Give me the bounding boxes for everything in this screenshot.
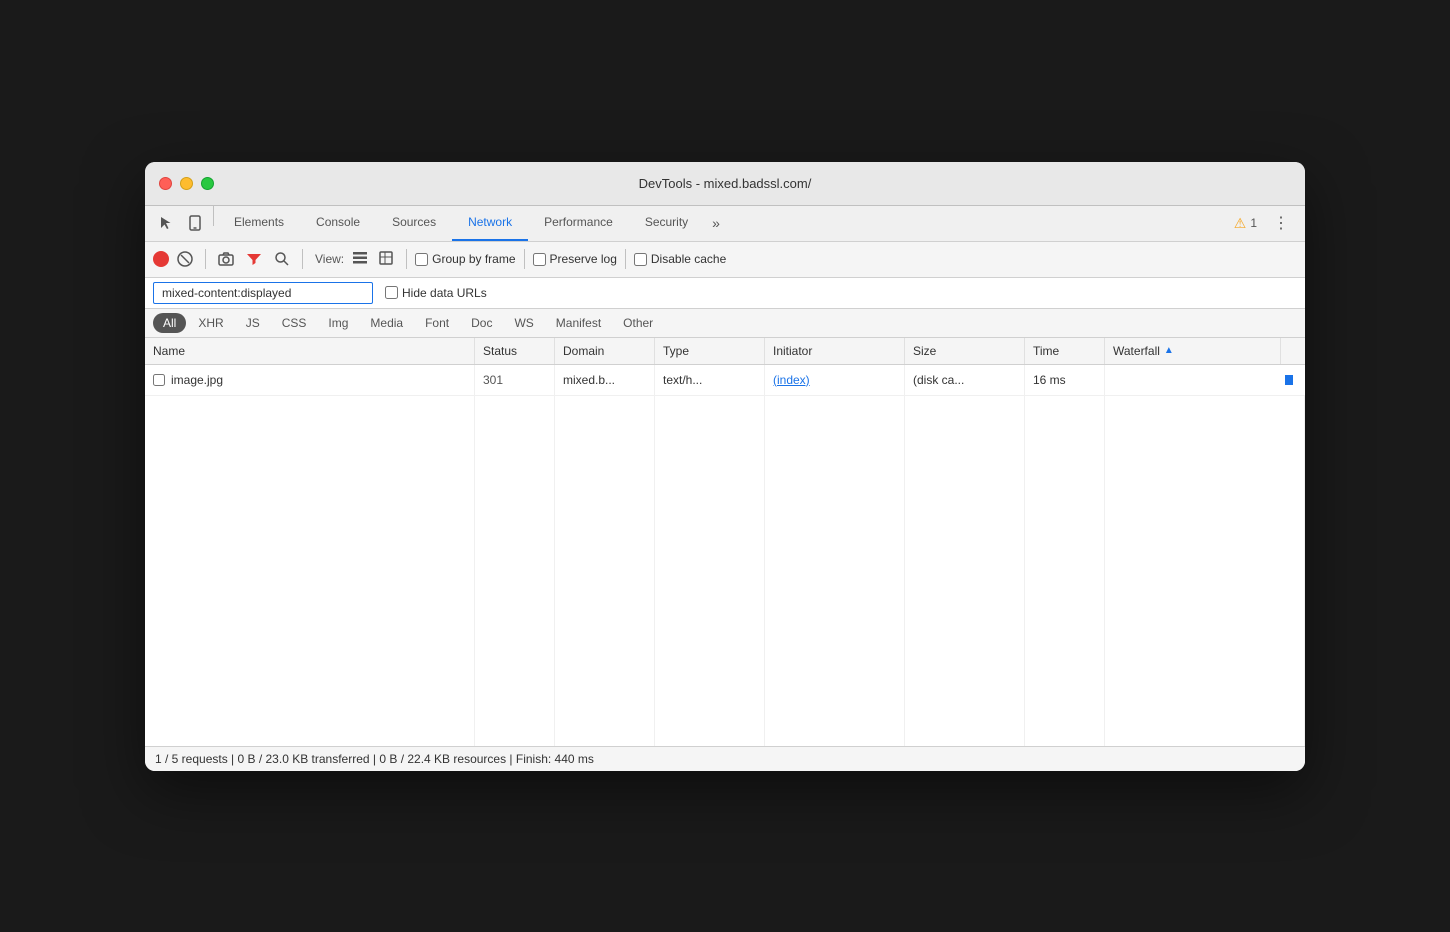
divider-3 (302, 249, 303, 269)
group-by-frame-label[interactable]: Group by frame (415, 252, 515, 266)
cursor-tool-button[interactable] (153, 206, 181, 241)
divider-5 (524, 249, 525, 269)
group-by-frame-checkbox[interactable] (415, 253, 428, 266)
clear-icon (177, 251, 193, 267)
header-domain[interactable]: Domain (555, 338, 655, 364)
empty-col-8 (1105, 396, 1304, 746)
preserve-log-checkbox[interactable] (533, 253, 546, 266)
network-toolbar: View: Group by frame (145, 242, 1305, 278)
cell-status: 301 (475, 365, 555, 395)
list-view-button[interactable] (348, 248, 372, 271)
screenshot-button[interactable] (214, 249, 238, 269)
filter-tab-xhr[interactable]: XHR (188, 313, 233, 333)
filter-tab-all[interactable]: All (153, 313, 186, 333)
window-title: DevTools - mixed.badssl.com/ (639, 176, 812, 191)
sort-arrow-icon: ▲ (1164, 345, 1174, 356)
tab-bar: Elements Console Sources Network Perform… (145, 206, 1305, 242)
table-row[interactable]: image.jpg 301 mixed.b... text/h... (inde… (145, 365, 1305, 396)
tab-security[interactable]: Security (629, 206, 704, 241)
cell-initiator[interactable]: (index) (765, 365, 905, 395)
disable-cache-checkbox[interactable] (634, 253, 647, 266)
camera-icon (218, 251, 234, 267)
table-header: Name Status Domain Type Initiator Size T… (145, 338, 1305, 365)
disable-cache-label[interactable]: Disable cache (634, 252, 726, 266)
cell-time: 16 ms (1025, 365, 1105, 395)
filter-tab-ws[interactable]: WS (504, 313, 543, 333)
header-time[interactable]: Time (1025, 338, 1105, 364)
header-size[interactable]: Size (905, 338, 1025, 364)
filter-icon (246, 251, 262, 267)
row-checkbox[interactable] (153, 374, 165, 386)
warning-indicator[interactable]: ⚠ 1 (1226, 206, 1265, 241)
divider (213, 206, 214, 226)
device-icon (187, 215, 203, 231)
device-tool-button[interactable] (181, 206, 209, 241)
header-sort (1281, 338, 1305, 364)
preserve-log-label[interactable]: Preserve log (533, 252, 617, 266)
maximize-button[interactable] (201, 177, 214, 190)
more-tabs-button[interactable]: » (704, 206, 728, 241)
empty-col-3 (555, 396, 655, 746)
compact-view-button[interactable] (374, 248, 398, 271)
cell-waterfall (1105, 365, 1305, 395)
tab-sources[interactable]: Sources (376, 206, 452, 241)
empty-col-1 (145, 396, 475, 746)
empty-col-5 (765, 396, 905, 746)
close-button[interactable] (159, 177, 172, 190)
filter-tab-js[interactable]: JS (236, 313, 270, 333)
filter-tab-media[interactable]: Media (360, 313, 413, 333)
divider-2 (205, 249, 206, 269)
cell-domain: mixed.b... (555, 365, 655, 395)
devtools-menu-button[interactable]: ⋮ (1265, 206, 1297, 241)
filter-tab-manifest[interactable]: Manifest (546, 313, 611, 333)
view-buttons (348, 248, 398, 271)
search-icon (274, 251, 290, 267)
filter-tab-css[interactable]: CSS (272, 313, 317, 333)
cursor-icon (159, 215, 175, 231)
filter-tab-doc[interactable]: Doc (461, 313, 502, 333)
divider-6 (625, 249, 626, 269)
list-view-icon (352, 250, 368, 266)
waterfall-bar (1285, 375, 1293, 385)
minimize-button[interactable] (180, 177, 193, 190)
hide-data-urls-checkbox[interactable] (385, 286, 398, 299)
hide-data-urls-label[interactable]: Hide data URLs (385, 286, 487, 300)
empty-col-2 (475, 396, 555, 746)
empty-col-7 (1025, 396, 1105, 746)
cell-size: (disk ca... (905, 365, 1025, 395)
header-status[interactable]: Status (475, 338, 555, 364)
filter-tab-other[interactable]: Other (613, 313, 663, 333)
tab-performance[interactable]: Performance (528, 206, 629, 241)
filter-input[interactable] (153, 282, 373, 304)
search-button[interactable] (270, 249, 294, 269)
titlebar: DevTools - mixed.badssl.com/ (145, 162, 1305, 206)
filter-tabs: All XHR JS CSS Img Media Font Doc WS Man… (145, 309, 1305, 338)
filter-tab-font[interactable]: Font (415, 313, 459, 333)
compact-view-icon (378, 250, 394, 266)
header-type[interactable]: Type (655, 338, 765, 364)
view-label: View: (315, 252, 344, 266)
empty-table-area (145, 396, 1305, 746)
status-bar: 1 / 5 requests | 0 B / 23.0 KB transferr… (145, 746, 1305, 771)
clear-button[interactable] (173, 249, 197, 269)
filter-bar: Hide data URLs (145, 278, 1305, 309)
header-initiator[interactable]: Initiator (765, 338, 905, 364)
warning-icon: ⚠ (1234, 215, 1247, 232)
tab-network[interactable]: Network (452, 206, 528, 241)
tab-console[interactable]: Console (300, 206, 376, 241)
record-button[interactable] (153, 251, 169, 267)
cell-name: image.jpg (145, 365, 475, 395)
header-name[interactable]: Name (145, 338, 475, 364)
filter-tab-img[interactable]: Img (318, 313, 358, 333)
devtools-window: DevTools - mixed.badssl.com/ Elements Co… (145, 162, 1305, 771)
empty-col-4 (655, 396, 765, 746)
cell-type: text/h... (655, 365, 765, 395)
divider-4 (406, 249, 407, 269)
traffic-lights (159, 177, 214, 190)
tab-elements[interactable]: Elements (218, 206, 300, 241)
header-waterfall[interactable]: Waterfall ▲ (1105, 338, 1281, 364)
filter-button[interactable] (242, 249, 266, 269)
table-body: image.jpg 301 mixed.b... text/h... (inde… (145, 365, 1305, 746)
empty-col-6 (905, 396, 1025, 746)
